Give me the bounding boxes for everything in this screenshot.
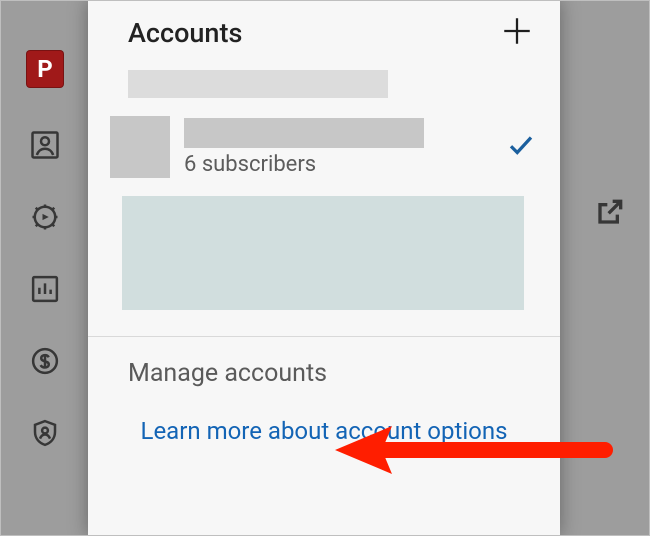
panel-header: Accounts [88, 0, 560, 66]
add-account-button[interactable] [500, 14, 534, 52]
redacted-avatar [110, 116, 170, 178]
person-icon[interactable] [30, 130, 60, 160]
redacted-block [122, 196, 524, 310]
selected-check-icon [506, 130, 536, 164]
learn-more-link[interactable]: Learn more about account options [88, 409, 560, 445]
monetization-icon[interactable] [30, 346, 60, 376]
redacted-channel-name [184, 118, 424, 148]
manage-accounts-label: Manage accounts [128, 359, 327, 388]
redacted-account-name [128, 70, 388, 98]
gear-icon[interactable] [30, 202, 60, 232]
subscriber-count: 6 subscribers [184, 152, 506, 177]
analytics-icon[interactable] [30, 274, 60, 304]
account-info: 6 subscribers [184, 118, 506, 177]
manage-accounts-button[interactable]: Manage accounts [88, 337, 560, 409]
account-row[interactable]: 6 subscribers [88, 116, 560, 178]
learn-more-label: Learn more about account options [141, 417, 508, 445]
shield-icon[interactable] [30, 418, 60, 448]
app-badge[interactable]: P [26, 50, 64, 88]
external-link-icon[interactable] [594, 196, 626, 228]
app-badge-letter: P [37, 55, 52, 83]
accounts-panel: Accounts 6 subscribers Manage accounts L… [88, 0, 560, 536]
panel-title: Accounts [128, 17, 500, 49]
left-sidebar: P [0, 0, 90, 536]
